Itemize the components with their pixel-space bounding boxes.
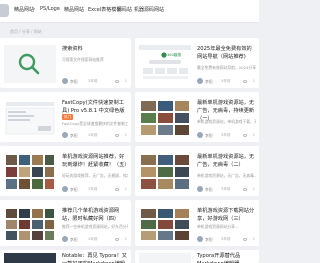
post-author[interactable]: 李阳 (205, 133, 213, 139)
post-title[interactable]: 推荐几个单机游戏资源网站，限时私藏好网（四） (62, 207, 128, 223)
post-author[interactable]: 李阳 (70, 133, 78, 139)
eye-icon (243, 80, 247, 83)
eye-icon (115, 238, 119, 241)
post-card[interactable]: Notable：再见 Typora！又一款好用的Markdown编辑器 (0, 250, 131, 263)
top-navigation: 精品网站 ▾ PS/Logo ▾ 精品网站 Excel表格模板 源码站 机器源码… (0, 0, 259, 23)
chevron-down-icon: ▾ (33, 6, 36, 11)
view-count: 1 (252, 133, 255, 137)
post-title[interactable]: 单机游戏资源下载网站分享，好游戏网（三） (197, 207, 256, 223)
avatar (197, 78, 203, 84)
avatar (197, 132, 203, 138)
post-time: 3年前 (221, 79, 231, 83)
hot-badge: 热门 (62, 114, 74, 120)
post-thumbnail[interactable]: 360趣搜 (139, 45, 191, 83)
eye-icon (115, 80, 119, 83)
post-author[interactable]: 李阳 (70, 187, 78, 193)
nav-item-6[interactable]: 机器源码网站 (134, 6, 164, 13)
post-title[interactable]: FastCopy(文件快速复制工具) Pro v5.8.1 中文绿色版 (62, 99, 128, 115)
chevron-down-icon: ▾ (58, 6, 61, 11)
post-thumbnail[interactable] (4, 253, 56, 263)
post-time: 3年前 (221, 133, 231, 137)
post-card[interactable]: 最新单机游戏资源站，无广告，无病毒，持续更新（一） 单机游戏资源站，单机游戏下载… (135, 92, 259, 142)
eye-icon (115, 188, 119, 191)
post-thumbnail[interactable] (139, 153, 191, 191)
nav-item-2[interactable]: PS/Logo (40, 6, 60, 12)
post-thumbnail[interactable] (4, 207, 56, 241)
view-count: 1 (252, 237, 255, 241)
nav-item-5[interactable]: 源码站 (117, 6, 132, 13)
post-title[interactable]: 单机游戏资源网站推荐，好玩到爆炸！赶紧收藏！（五） (62, 153, 128, 169)
post-time: 3年前 (88, 237, 98, 241)
post-thumbnail[interactable] (139, 253, 191, 263)
eye-icon (243, 188, 247, 191)
nav-item-1[interactable]: 精品网站 (14, 6, 34, 13)
post-time: 3年前 (88, 133, 98, 137)
post-card[interactable]: FastCopy(文件快速复制工具) Pro v5.8.1 中文绿色版 热门 F… (0, 92, 131, 142)
post-author[interactable]: 李阳 (70, 237, 78, 243)
avatar (62, 78, 68, 84)
post-title[interactable]: Typora开源替代品Markdown编辑器 (197, 252, 256, 263)
post-author[interactable]: 李阳 (205, 79, 213, 85)
avatar (197, 236, 203, 242)
post-time: 3年前 (221, 237, 231, 241)
post-thumbnail[interactable] (139, 207, 191, 241)
post-time: 3年前 (221, 187, 231, 191)
post-title[interactable]: 最新单机游戏资源站，无广告，无病毒（二） (197, 153, 256, 169)
thumbnail-caption: 360趣搜 (167, 53, 182, 57)
view-count: 1 (124, 187, 127, 191)
post-excerpt: 单机游戏资源站，单机游戏下载，无广告，无... (197, 119, 256, 124)
avatar (62, 132, 68, 138)
post-time: 3年前 (88, 79, 98, 83)
view-count: 1 (124, 133, 127, 137)
post-time: 3年前 (88, 187, 98, 191)
post-title[interactable]: Notable：再见 Typora！又一款好用的Markdown编辑器 (62, 252, 128, 263)
post-excerpt: 推荐一些单机游戏资源网站，好东西分享... (62, 224, 128, 229)
post-thumbnail[interactable] (139, 99, 191, 137)
nav-item-3[interactable]: 精品网站 (64, 6, 84, 13)
eye-icon (115, 134, 119, 137)
post-card[interactable]: 最新单机游戏资源站，无广告，无病毒（二） 单机游戏资源站，无广告，无病毒... … (135, 146, 259, 196)
post-card[interactable]: 推荐几个单机游戏资源网站，限时私藏好网（四） 推荐一些单机游戏资源网站，好东西分… (0, 200, 131, 246)
post-card[interactable]: 搜索资料 可搜索文件搜索网站推荐 李阳 3年前 1 (0, 38, 131, 88)
post-card[interactable]: 单机游戏资源下载网站分享，好游戏网（三） 单机游戏资源网站分享... 李阳 3年… (135, 200, 259, 246)
eye-icon (243, 134, 247, 137)
avatar (197, 186, 203, 192)
post-thumbnail[interactable] (4, 99, 56, 137)
post-thumbnail[interactable] (4, 153, 56, 191)
eye-icon (243, 238, 247, 241)
post-excerpt: 可搜索文件搜索网站推荐 (62, 57, 104, 62)
breadcrumb: 首页 / 分享 / 网站 (10, 29, 42, 34)
post-card[interactable]: 单机游戏资源网站推荐，好玩到爆炸！赶紧收藏！（五） 好玩的游戏推荐，无广告，无捆… (0, 146, 131, 196)
post-excerpt: 好玩的游戏推荐，无广告，无捆绑，纯净版... (62, 173, 128, 178)
post-author[interactable]: 李阳 (205, 187, 213, 193)
post-excerpt: 单机游戏资源网站分享... (197, 224, 239, 229)
post-title[interactable]: 搜索资料 (62, 45, 128, 53)
view-count: 1 (252, 79, 255, 83)
post-thumbnail[interactable] (4, 45, 56, 83)
avatar (62, 186, 68, 192)
post-card[interactable]: 360趣搜 2025年最全免费有效的网站导航（网站推荐) 最全免费有效网站导航，… (135, 38, 259, 88)
view-count: 1 (124, 237, 127, 241)
post-excerpt: 单机游戏资源站，无广告，无病毒... (197, 173, 256, 178)
avatar (62, 236, 68, 242)
view-count: 1 (124, 79, 127, 83)
post-author[interactable]: 李阳 (70, 79, 78, 85)
post-title[interactable]: 2025年最全免费有效的网站导航（网站推荐) (197, 45, 256, 61)
post-excerpt: FastCopy是全球速度最快的文件复制工具，Windows... (62, 121, 128, 126)
post-author[interactable]: 李阳 (205, 237, 213, 243)
site-logo[interactable] (0, 4, 9, 17)
post-excerpt: 最全免费有效网站导航，2024分享... (197, 65, 256, 70)
view-count: 1 (252, 187, 255, 191)
post-card[interactable]: Typora开源替代品Markdown编辑器 (135, 250, 259, 263)
